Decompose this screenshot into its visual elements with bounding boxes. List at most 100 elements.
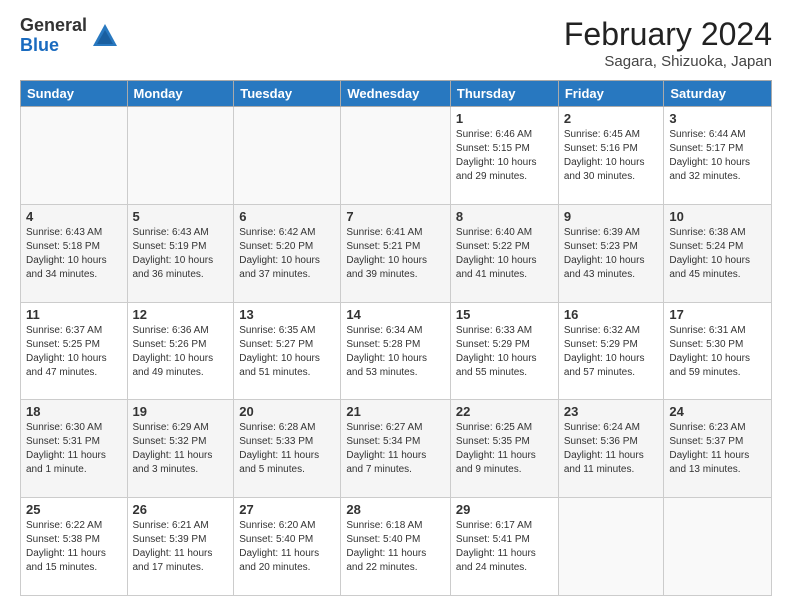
week-row-2: 4 Sunrise: 6:43 AM Sunset: 5:18 PM Daylig… [21,204,772,302]
day-info: Sunrise: 6:32 AM Sunset: 5:29 PM Dayligh… [564,324,659,380]
title-section: February 2024 Sagara, Shizuoka, Japan [564,16,772,70]
calendar-cell: 17Sunrise: 6:31 AM Sunset: 5:30 PM Dayli… [664,302,772,400]
day-number: 7 [346,209,445,224]
day-info: Sunrise: 6:28 AM Sunset: 5:33 PM Dayligh… [239,421,335,477]
day-info: Sunrise: 6:35 AM Sunset: 5:27 PM Dayligh… [239,324,335,380]
day-info: Sunrise: 6:24 AM Sunset: 5:36 PM Dayligh… [564,421,659,477]
day-info: Sunrise: 6:34 AM Sunset: 5:28 PM Dayligh… [346,324,445,380]
calendar-cell: 22 Sunrise: 6:25 AM Sunset: 5:35 PM Dayli… [450,400,558,498]
day-info: Sunrise: 6:43 AM Sunset: 5:18 PM Dayligh… [26,226,122,282]
day-number: 21 [346,404,445,419]
day-number: 5 [133,209,229,224]
calendar-cell [234,107,341,205]
calendar-cell: 26 Sunrise: 6:21 AM Sunset: 5:39 PM Dayli… [127,498,234,596]
calendar-cell: 20 Sunrise: 6:28 AM Sunset: 5:33 PM Dayli… [234,400,341,498]
day-info: Sunrise: 6:27 AM Sunset: 5:34 PM Dayligh… [346,421,445,477]
day-info: Sunrise: 6:21 AM Sunset: 5:39 PM Dayligh… [133,519,229,575]
logo-general-text: General [20,16,87,36]
week-row-5: 25 Sunrise: 6:22 AM Sunset: 5:38 PM Dayli… [21,498,772,596]
day-info: Sunrise: 6:23 AM Sunset: 5:37 PM Dayligh… [669,421,766,477]
calendar-cell [21,107,128,205]
day-number: 22 [456,404,553,419]
week-row-3: 11 Sunrise: 6:37 AM Sunset: 5:25 PM Dayli… [21,302,772,400]
calendar-cell: 12 Sunrise: 6:36 AM Sunset: 5:26 PM Dayli… [127,302,234,400]
day-info: Sunrise: 6:18 AM Sunset: 5:40 PM Dayligh… [346,519,445,575]
calendar-cell: 28 Sunrise: 6:18 AM Sunset: 5:40 PM Dayli… [341,498,451,596]
day-header-sunday: Sunday [21,81,128,107]
calendar-cell: 14 Sunrise: 6:34 AM Sunset: 5:28 PM Dayli… [341,302,451,400]
day-number: 12 [133,307,229,322]
day-info: Sunrise: 6:20 AM Sunset: 5:40 PM Dayligh… [239,519,335,575]
day-info: Sunrise: 6:38 AM Sunset: 5:24 PM Dayligh… [669,226,766,282]
calendar-cell [664,498,772,596]
day-info: Sunrise: 6:37 AM Sunset: 5:25 PM Dayligh… [26,324,122,380]
day-header-thursday: Thursday [450,81,558,107]
day-number: 25 [26,502,122,517]
day-info: Sunrise: 6:45 AM Sunset: 5:16 PM Dayligh… [564,128,659,184]
day-number: 15 [456,307,553,322]
day-info: Sunrise: 6:40 AM Sunset: 5:22 PM Dayligh… [456,226,553,282]
day-number: 18 [26,404,122,419]
calendar-cell: 11 Sunrise: 6:37 AM Sunset: 5:25 PM Dayli… [21,302,128,400]
day-info: Sunrise: 6:22 AM Sunset: 5:38 PM Dayligh… [26,519,122,575]
day-number: 14 [346,307,445,322]
day-header-tuesday: Tuesday [234,81,341,107]
calendar-cell: 7 Sunrise: 6:41 AM Sunset: 5:21 PM Daylig… [341,204,451,302]
day-number: 11 [26,307,122,322]
day-number: 26 [133,502,229,517]
calendar-cell: 16Sunrise: 6:32 AM Sunset: 5:29 PM Dayli… [558,302,664,400]
day-info: Sunrise: 6:44 AM Sunset: 5:17 PM Dayligh… [669,128,766,184]
calendar-cell [127,107,234,205]
location: Sagara, Shizuoka, Japan [564,53,772,70]
day-number: 10 [669,209,766,224]
calendar-table: SundayMondayTuesdayWednesdayThursdayFrid… [20,80,772,596]
calendar-cell: 13Sunrise: 6:35 AM Sunset: 5:27 PM Dayli… [234,302,341,400]
calendar-cell: 19 Sunrise: 6:29 AM Sunset: 5:32 PM Dayli… [127,400,234,498]
calendar-cell: 9Sunrise: 6:39 AM Sunset: 5:23 PM Daylig… [558,204,664,302]
day-info: Sunrise: 6:46 AM Sunset: 5:15 PM Dayligh… [456,128,553,184]
day-info: Sunrise: 6:17 AM Sunset: 5:41 PM Dayligh… [456,519,553,575]
day-number: 20 [239,404,335,419]
calendar-cell [558,498,664,596]
day-info: Sunrise: 6:25 AM Sunset: 5:35 PM Dayligh… [456,421,553,477]
day-info: Sunrise: 6:29 AM Sunset: 5:32 PM Dayligh… [133,421,229,477]
day-info: Sunrise: 6:30 AM Sunset: 5:31 PM Dayligh… [26,421,122,477]
logo-blue-text: Blue [20,36,87,56]
calendar-cell: 23 Sunrise: 6:24 AM Sunset: 5:36 PM Dayli… [558,400,664,498]
day-header-monday: Monday [127,81,234,107]
day-number: 3 [669,111,766,126]
calendar-cell: 27 Sunrise: 6:20 AM Sunset: 5:40 PM Dayli… [234,498,341,596]
day-number: 28 [346,502,445,517]
day-info: Sunrise: 6:41 AM Sunset: 5:21 PM Dayligh… [346,226,445,282]
day-number: 17 [669,307,766,322]
logo-icon [91,22,119,50]
day-number: 24 [669,404,766,419]
calendar-cell: 25 Sunrise: 6:22 AM Sunset: 5:38 PM Dayli… [21,498,128,596]
calendar-cell: 18 Sunrise: 6:30 AM Sunset: 5:31 PM Dayli… [21,400,128,498]
day-header-saturday: Saturday [664,81,772,107]
day-number: 8 [456,209,553,224]
calendar-cell: 6 Sunrise: 6:42 AM Sunset: 5:20 PM Daylig… [234,204,341,302]
day-number: 19 [133,404,229,419]
calendar-cell [341,107,451,205]
day-header-wednesday: Wednesday [341,81,451,107]
day-info: Sunrise: 6:33 AM Sunset: 5:29 PM Dayligh… [456,324,553,380]
day-number: 23 [564,404,659,419]
day-number: 27 [239,502,335,517]
calendar-cell: 21 Sunrise: 6:27 AM Sunset: 5:34 PM Dayli… [341,400,451,498]
calendar-cell: 10 Sunrise: 6:38 AM Sunset: 5:24 PM Dayli… [664,204,772,302]
day-number: 6 [239,209,335,224]
calendar-cell: 24 Sunrise: 6:23 AM Sunset: 5:37 PM Dayli… [664,400,772,498]
day-info: Sunrise: 6:42 AM Sunset: 5:20 PM Dayligh… [239,226,335,282]
day-header-friday: Friday [558,81,664,107]
logo: General Blue [20,16,119,56]
calendar-cell: 29Sunrise: 6:17 AM Sunset: 5:41 PM Dayli… [450,498,558,596]
week-row-4: 18 Sunrise: 6:30 AM Sunset: 5:31 PM Dayli… [21,400,772,498]
calendar-cell: 15 Sunrise: 6:33 AM Sunset: 5:29 PM Dayli… [450,302,558,400]
month-title: February 2024 [564,16,772,53]
day-info: Sunrise: 6:36 AM Sunset: 5:26 PM Dayligh… [133,324,229,380]
day-number: 1 [456,111,553,126]
day-number: 2 [564,111,659,126]
day-info: Sunrise: 6:43 AM Sunset: 5:19 PM Dayligh… [133,226,229,282]
day-number: 4 [26,209,122,224]
